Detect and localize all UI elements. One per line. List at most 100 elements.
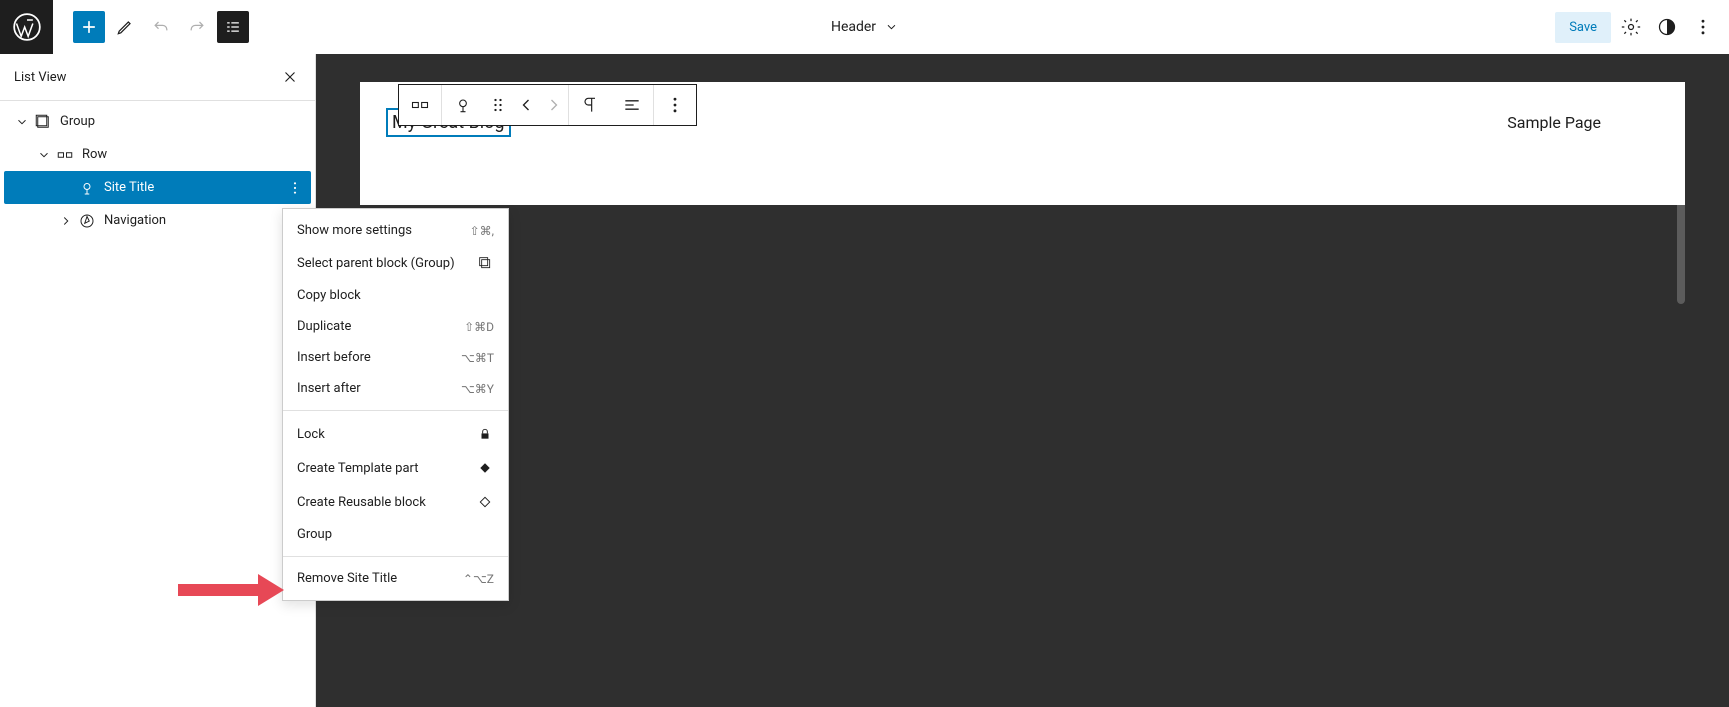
template-selector[interactable]: Header [831,19,898,35]
reusable-icon [476,493,494,511]
typography-button[interactable] [569,85,611,125]
block-toolbar [398,84,697,126]
menu-label: Create Reusable block [297,495,426,510]
wordpress-icon [13,13,41,41]
list-item-row[interactable]: Row [4,138,311,171]
menu-shortcut: ⌥⌘Y [461,382,494,396]
block-more-button[interactable] [654,85,696,125]
chevron-down-icon [884,20,898,34]
list-item-label: Row [82,147,107,162]
block-type-button[interactable] [399,85,441,125]
list-item-site-title[interactable]: Site Title [4,171,311,204]
site-title-block-icon [78,179,96,197]
topbar-left-tools [53,11,249,43]
list-view-header: List View [0,54,315,101]
list-view-tree: Group Row Site Title Navigation [0,101,315,241]
menu-label: Show more settings [297,223,412,238]
chevron-down-icon[interactable] [10,115,34,129]
wp-logo-button[interactable] [0,0,53,54]
undo-button[interactable] [145,11,177,43]
menu-group[interactable]: Group [283,519,508,550]
more-vertical-icon [665,95,685,115]
lock-icon [476,425,494,443]
menu-shortcut: ⇧⌘D [464,320,494,334]
more-vertical-icon [287,180,303,196]
list-item-label: Group [60,114,95,129]
redo-button[interactable] [181,11,213,43]
list-item-navigation[interactable]: Navigation [4,204,311,237]
edit-mode-button[interactable] [109,11,141,43]
menu-label: Lock [297,427,325,442]
move-left-button[interactable] [512,85,540,125]
editor-topbar: Header Save [0,0,1729,54]
contrast-icon [1657,17,1677,37]
menu-duplicate[interactable]: Duplicate ⇧⌘D [283,311,508,342]
settings-button[interactable] [1615,11,1647,43]
redo-icon [187,17,207,37]
menu-remove-site-title[interactable]: Remove Site Title ⌃⌥Z [283,563,508,594]
block-context-menu: Show more settings ⇧⌘, Select parent bloc… [282,208,509,601]
menu-label: Duplicate [297,319,351,334]
pencil-icon [115,17,135,37]
navigation-link[interactable]: Sample Page [1507,113,1601,132]
menu-show-more-settings[interactable]: Show more settings ⇧⌘, [283,215,508,246]
list-item-group[interactable]: Group [4,105,311,138]
menu-insert-after[interactable]: Insert after ⌥⌘Y [283,373,508,404]
drag-icon [488,95,508,115]
menu-label: Insert after [297,381,361,396]
menu-create-reusable[interactable]: Create Reusable block [283,485,508,519]
chevron-right-icon [544,95,564,115]
list-item-label: Site Title [104,180,154,195]
menu-label: Remove Site Title [297,571,397,586]
menu-lock[interactable]: Lock [283,417,508,451]
group-block-icon [34,113,52,131]
list-view-toggle[interactable] [217,11,249,43]
menu-copy-block[interactable]: Copy block [283,280,508,311]
editor-canvas: My Great Blog Sample Page [316,54,1729,707]
template-part-icon [476,459,494,477]
menu-shortcut: ⇧⌘, [470,224,494,238]
copy-icon [476,254,494,272]
paragraph-icon [580,95,600,115]
row-block-icon [56,146,74,164]
menu-label: Copy block [297,288,361,303]
menu-insert-before[interactable]: Insert before ⌥⌘T [283,342,508,373]
menu-shortcut: ⌃⌥Z [463,572,494,586]
plus-icon [79,17,99,37]
chevron-down-icon[interactable] [32,148,56,162]
chevron-right-icon[interactable] [54,214,78,228]
template-label: Header [831,19,876,35]
canvas-scrollbar[interactable] [1677,136,1685,304]
more-options-button[interactable] [1687,11,1719,43]
align-button[interactable] [611,85,653,125]
list-view-icon [223,17,243,37]
menu-select-parent[interactable]: Select parent block (Group) [283,246,508,280]
menu-label: Create Template part [297,461,419,476]
close-icon [281,68,299,86]
list-item-label: Navigation [104,213,166,228]
row-block-icon [410,95,430,115]
block-options-button[interactable] [287,180,303,196]
styles-button[interactable] [1651,11,1683,43]
close-list-view-button[interactable] [279,66,301,88]
menu-create-template-part[interactable]: Create Template part [283,451,508,485]
drag-handle[interactable] [484,85,512,125]
save-button[interactable]: Save [1555,12,1611,43]
more-vertical-icon [1693,17,1713,37]
move-right-button[interactable] [540,85,568,125]
inserter-button[interactable] [73,11,105,43]
gear-icon [1621,17,1641,37]
align-left-icon [622,95,642,115]
topbar-right-tools: Save [1555,11,1729,43]
undo-icon [151,17,171,37]
chevron-left-icon [516,95,536,115]
site-title-block-icon [453,95,473,115]
menu-shortcut: ⌥⌘T [461,351,494,365]
menu-label: Select parent block (Group) [297,256,455,271]
list-view-title: List View [14,70,66,85]
menu-label: Group [297,527,332,542]
select-parent-button[interactable] [442,85,484,125]
navigation-block-icon [78,212,96,230]
menu-label: Insert before [297,350,371,365]
list-view-panel: List View Group Row Site Title Navigatio… [0,54,316,707]
